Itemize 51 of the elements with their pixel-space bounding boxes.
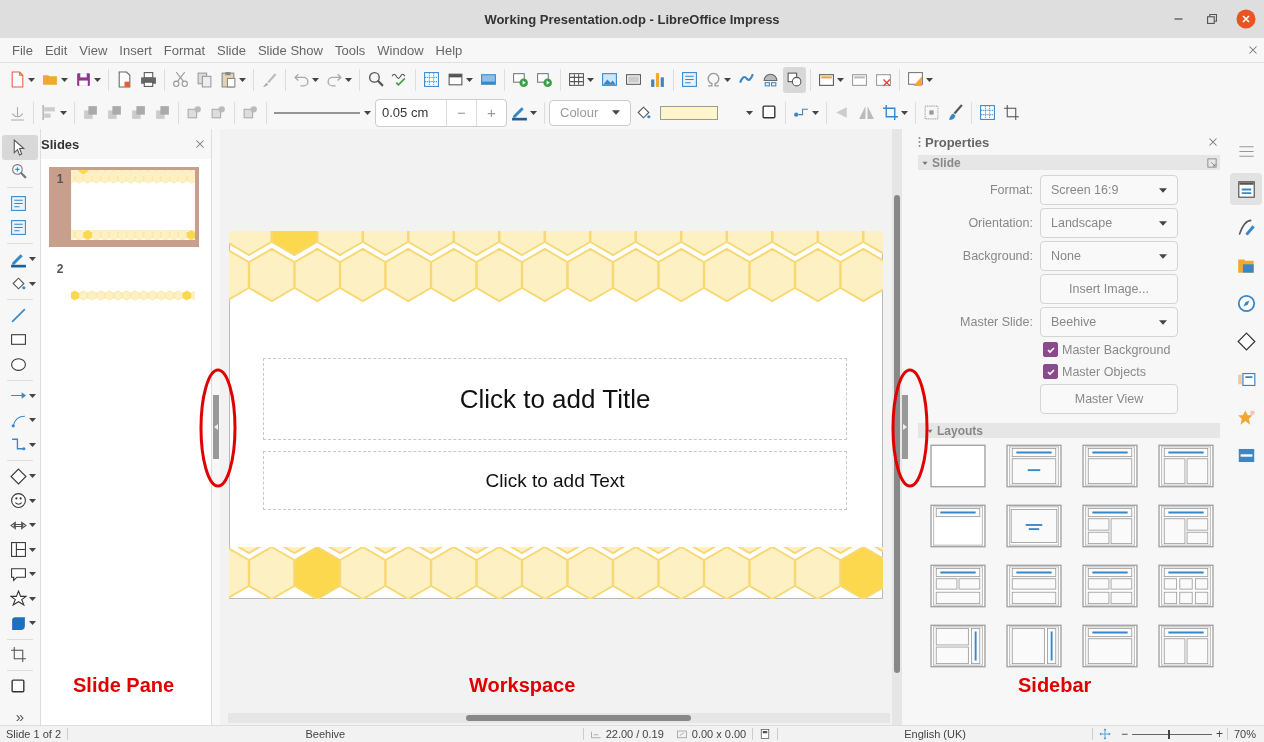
language: English (UK): [903, 728, 967, 740]
line-width-field[interactable]: 0.05 cm − +: [375, 98, 507, 127]
menu-item[interactable]: Slide: [211, 42, 252, 58]
master-slide-name: Beehive: [304, 728, 347, 740]
zoom-out-button[interactable]: −: [1116, 727, 1132, 741]
menu-item[interactable]: Insert: [113, 42, 158, 58]
dropdown[interactable]: None: [1040, 241, 1178, 271]
checkbox-option[interactable]: Master Objects: [1040, 362, 1178, 381]
window-title: Working Presentation.odp - LibreOffice Impress: [484, 11, 780, 27]
field-label: Format:: [988, 183, 1033, 197]
field-label: Background:: [961, 249, 1033, 263]
menu-item[interactable]: Edit: [38, 42, 74, 58]
object-size: 0.00 x 0.00: [691, 728, 747, 740]
menu-item[interactable]: Tools: [328, 42, 372, 58]
menu-item[interactable]: File: [6, 42, 39, 58]
title-placeholder[interactable]: Click to add Title: [263, 358, 847, 440]
sidebar-title: Properties: [925, 134, 991, 150]
annotation-label: Slide Pane: [73, 674, 175, 697]
increase-button[interactable]: +: [476, 99, 506, 126]
annotation-label: Workspace: [469, 674, 576, 697]
slide-number: 2: [55, 261, 65, 276]
menu-item[interactable]: Format: [157, 42, 211, 58]
action-button[interactable]: Insert Image...: [1040, 274, 1178, 304]
menu-item[interactable]: View: [73, 42, 114, 58]
field-label: Master Slide:: [959, 315, 1033, 329]
section-title: Slide: [932, 155, 962, 170]
annotation-label: Sidebar: [1018, 674, 1092, 697]
pane-title: Slides: [41, 136, 80, 152]
slide-thumbnail[interactable]: 2: [49, 257, 199, 337]
zoom-in-button[interactable]: +: [1211, 727, 1227, 741]
slide-number: 1: [55, 171, 65, 186]
section-header[interactable]: Slide: [918, 155, 1220, 170]
dropdown[interactable]: Beehive: [1040, 307, 1178, 337]
area-style-dropdown[interactable]: Colour: [549, 99, 632, 126]
menu-item[interactable]: Slide Show: [251, 42, 329, 58]
section-header[interactable]: Layouts: [918, 423, 1220, 438]
menu-item[interactable]: Help: [429, 42, 469, 58]
dropdown[interactable]: Landscape: [1040, 208, 1178, 238]
text-placeholder[interactable]: Click to add Text: [263, 451, 847, 510]
more-tools-button[interactable]: »: [15, 708, 25, 725]
zoom-percent: 70%: [1233, 728, 1257, 740]
decrease-button[interactable]: −: [446, 99, 476, 126]
slide-count: Slide 1 of 2: [5, 728, 63, 740]
action-button[interactable]: Master View: [1040, 384, 1178, 414]
checkbox-option[interactable]: Master Background: [1040, 340, 1178, 359]
dropdown[interactable]: Screen 16:9: [1040, 175, 1178, 205]
menu-item[interactable]: Window: [371, 42, 430, 58]
slide-thumbnail[interactable]: 1: [49, 167, 199, 247]
cursor-position: 22.00 / 0.19: [605, 728, 664, 740]
section-title: Layouts: [937, 423, 984, 438]
field-label: Orientation:: [967, 216, 1033, 230]
